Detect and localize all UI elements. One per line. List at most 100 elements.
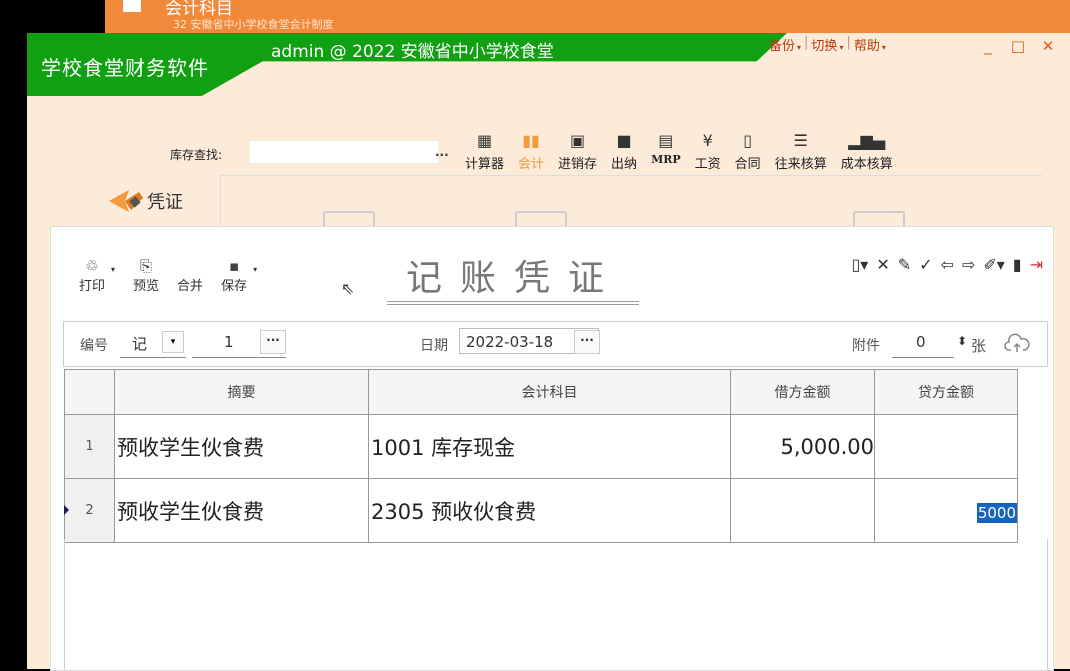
module-toolbar: ▦ 计算器 ▮▮ 会计 ▣ 进销存 ■ 出纳 ▤ MRP ¥ 工资 ▯ 合同 ☰ bbox=[465, 131, 907, 172]
date-label: 日期 bbox=[420, 338, 448, 354]
menu-switch[interactable]: 切换 ▾ bbox=[811, 35, 843, 54]
table-row: 1 预收学生伙食费 1001 库存现金 5,000.00 bbox=[64, 414, 1018, 479]
summary-cell[interactable]: 预收学生伙食费 bbox=[114, 414, 369, 479]
voucher-number-field[interactable]: 1 bbox=[224, 333, 234, 351]
calculator-icon: ▦ bbox=[476, 131, 493, 150]
close-icon[interactable]: ✕ bbox=[1040, 37, 1056, 55]
mouse-cursor-icon: ⇖ bbox=[341, 279, 355, 298]
new-icon[interactable]: ▯▾ bbox=[851, 255, 868, 274]
module-payroll[interactable]: ¥ 工资 bbox=[695, 131, 721, 172]
maximize-icon[interactable]: □ bbox=[1010, 37, 1026, 55]
column-header-debit[interactable]: 借方金额 bbox=[730, 369, 875, 415]
attachment-stepper-icon[interactable]: ⬍ bbox=[957, 334, 967, 348]
account-cell[interactable]: 1001 库存现金 bbox=[368, 414, 731, 479]
delete-icon[interactable]: ✕ bbox=[876, 255, 889, 274]
debit-cell[interactable]: 5,000.00 bbox=[730, 414, 875, 479]
menu-backup[interactable]: 备份 ▾ bbox=[769, 35, 801, 54]
number-label: 编号 bbox=[80, 338, 108, 354]
print-button[interactable]: ♲ 打印 bbox=[79, 257, 105, 294]
credit-cell[interactable] bbox=[874, 414, 1018, 479]
row-number[interactable]: 1 bbox=[64, 414, 115, 479]
row-number[interactable]: 2 bbox=[64, 478, 115, 543]
next-icon[interactable]: ⇨ bbox=[962, 255, 975, 274]
cashier-icon: ■ bbox=[616, 131, 632, 150]
column-header-credit[interactable]: 贷方金额 bbox=[874, 369, 1018, 415]
word-dropdown-icon[interactable]: ▾ bbox=[162, 331, 184, 353]
module-mrp[interactable]: ▤ MRP bbox=[651, 131, 681, 172]
document-icon: ▯ bbox=[743, 131, 753, 150]
account-cell[interactable]: 2305 预收伙食费 bbox=[368, 478, 731, 543]
clip-icon[interactable]: ▮ bbox=[1013, 255, 1022, 274]
heading-underline bbox=[387, 304, 639, 305]
menu-help[interactable]: 帮助 ▾ bbox=[854, 35, 886, 54]
mrp-icon: ▤ bbox=[658, 131, 674, 150]
credit-edit-field[interactable]: 5000 bbox=[976, 502, 1017, 523]
column-header-summary[interactable]: 摘要 bbox=[114, 369, 369, 415]
top-menu: 备份 ▾ | 切换 ▾ | 帮助 ▾ bbox=[769, 35, 886, 54]
column-header-account[interactable]: 会计科目 bbox=[368, 369, 731, 415]
module-inventory[interactable]: ▣ 进销存 bbox=[558, 131, 597, 172]
module-contract[interactable]: ▯ 合同 bbox=[735, 131, 761, 172]
row-number-header bbox=[64, 369, 115, 415]
attachment-count-field[interactable]: 0 bbox=[916, 333, 926, 351]
module-accounting[interactable]: ▮▮ 会计 bbox=[518, 131, 544, 172]
table-empty-area[interactable] bbox=[64, 539, 1048, 670]
merge-button[interactable]: 合并 bbox=[177, 257, 203, 294]
list-icon: ☰ bbox=[793, 131, 808, 150]
attachment-unit: 张 bbox=[971, 337, 987, 355]
module-calculator[interactable]: ▦ 计算器 bbox=[465, 131, 504, 172]
minimize-icon[interactable]: _ bbox=[980, 37, 996, 55]
inventory-search-label: 库存查找: bbox=[170, 148, 223, 162]
voucher-arrow-icon bbox=[109, 190, 143, 212]
voucher-header: 编号 记 ▾ 1 ··· 日期 2022-03-18 ··· 附件 0 ⬍ 张 bbox=[63, 321, 1048, 367]
voucher-heading: 记账凭证 bbox=[405, 258, 622, 299]
module-costing[interactable]: ▂▆▄ 成本核算 bbox=[841, 131, 893, 172]
module-receivables[interactable]: ☰ 往来核算 bbox=[775, 131, 827, 172]
window-icon bbox=[123, 0, 141, 12]
table-row: 2 预收学生伙食费 2305 预收伙食费 5000 bbox=[64, 478, 1018, 543]
prev-icon[interactable]: ⇦ bbox=[941, 255, 954, 274]
cart-icon: ▣ bbox=[569, 131, 586, 150]
module-cashier[interactable]: ■ 出纳 bbox=[611, 131, 637, 172]
app-title: 学校食堂财务软件 bbox=[41, 56, 209, 80]
save-button[interactable]: ▪ 保存 bbox=[221, 257, 247, 294]
save-dropdown-icon[interactable]: ▾ bbox=[253, 265, 257, 274]
table-header-row: 摘要 会计科目 借方金额 贷方金额 bbox=[64, 369, 1018, 415]
field-underline bbox=[120, 357, 186, 358]
print-dropdown-icon[interactable]: ▾ bbox=[111, 265, 115, 274]
exit-icon[interactable]: ⇥ bbox=[1030, 255, 1043, 274]
check-icon[interactable]: ✓ bbox=[919, 255, 932, 274]
save-icon: ▪ bbox=[228, 257, 240, 275]
yen-icon: ¥ bbox=[702, 131, 713, 150]
debit-cell[interactable] bbox=[730, 478, 875, 543]
field-underline bbox=[192, 357, 286, 358]
heading-underline bbox=[387, 301, 639, 302]
upload-cloud-icon[interactable] bbox=[1004, 332, 1030, 354]
bar-chart-icon: ▂▆▄ bbox=[848, 131, 886, 150]
date-picker-button[interactable]: ··· bbox=[574, 330, 600, 354]
account-title: admin @ 2022 安徽省中小学校食堂 bbox=[271, 42, 554, 62]
background-window: 会计科目 32 安徽省中小学校食堂会计制度 bbox=[105, 0, 1070, 34]
print-icon: ♲ bbox=[85, 257, 99, 275]
brush-icon[interactable]: ✐▾ bbox=[983, 255, 1004, 274]
background-window-subtitle: 32 安徽省中小学校食堂会计制度 bbox=[173, 18, 334, 31]
side-voucher-item[interactable]: 凭证 bbox=[105, 188, 183, 214]
attachment-label: 附件 bbox=[852, 338, 880, 354]
voucher-toolbar: ♲ 打印 ▾ ⎘ 预览 合并 ▪ 保存 ▾ bbox=[79, 257, 275, 294]
field-underline bbox=[892, 357, 954, 358]
tools-icon[interactable]: ✎ bbox=[898, 255, 911, 274]
preview-icon: ⎘ bbox=[140, 257, 153, 275]
voucher-dialog: ♲ 打印 ▾ ⎘ 预览 合并 ▪ 保存 ▾ ⇖ 记账凭证 ▯▾ ✕ ✎ ✓ ⇦ … bbox=[50, 226, 1054, 671]
inventory-search-input[interactable] bbox=[250, 141, 438, 163]
number-more-button[interactable]: ··· bbox=[260, 330, 286, 354]
voucher-word-select[interactable]: 记 bbox=[132, 333, 147, 354]
window-controls: _ □ ✕ bbox=[980, 37, 1056, 55]
preview-button[interactable]: ⎘ 预览 bbox=[133, 257, 159, 294]
current-row-indicator-icon bbox=[64, 505, 69, 515]
divider bbox=[220, 175, 1042, 176]
summary-cell[interactable]: 预收学生伙食费 bbox=[114, 478, 369, 543]
voucher-entries-table: 摘要 会计科目 借方金额 贷方金额 1 预收学生伙食费 1001 库存现金 5,… bbox=[64, 369, 1018, 543]
search-more-button[interactable]: ... bbox=[435, 145, 449, 159]
book-icon: ▮▮ bbox=[522, 131, 540, 150]
credit-cell[interactable]: 5000 bbox=[874, 478, 1018, 543]
